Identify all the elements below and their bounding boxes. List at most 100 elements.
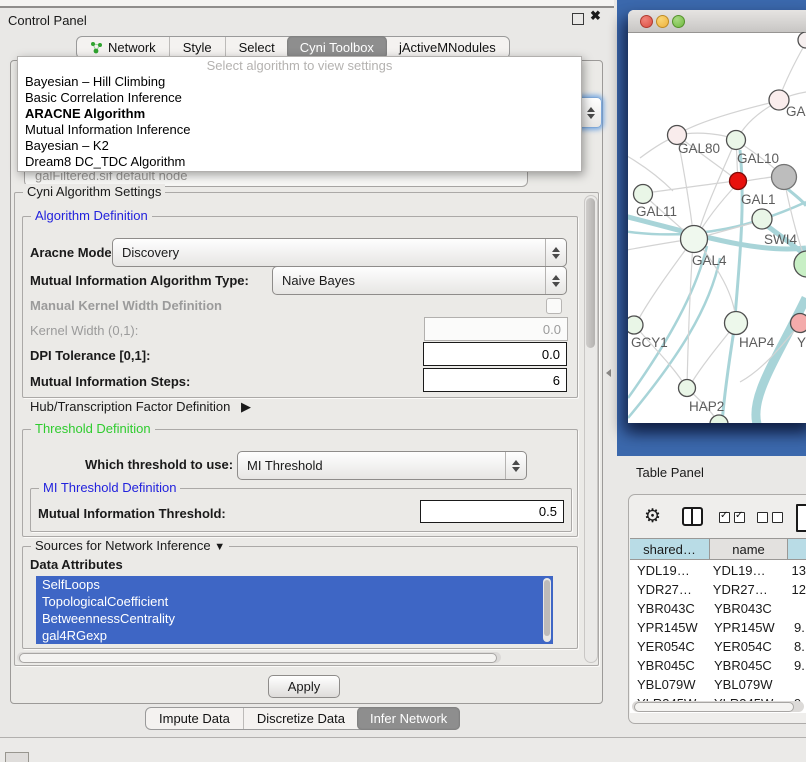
dpi-tolerance-field[interactable] (423, 342, 567, 366)
table-row[interactable]: YBR045CYBR045C9. (630, 656, 806, 675)
network-view[interactable]: GALGAL80GAL10GAL1GAL11GAL4SWI4GCY1HAP4YH… (628, 32, 806, 423)
tab-discretize-data[interactable]: Discretize Data (243, 708, 358, 729)
export-file-icon[interactable] (796, 504, 806, 532)
mi-algorithm-type-combo[interactable]: Naive Bayes (272, 266, 567, 295)
stepper-icon (545, 239, 566, 266)
table-row[interactable]: YBR043CYBR043C (630, 599, 806, 618)
mi-threshold-field[interactable] (420, 500, 564, 523)
network-node-gal10[interactable] (727, 131, 746, 150)
node-label: HAP2 (689, 399, 724, 414)
network-edge[interactable] (628, 150, 673, 191)
network-node-gcy1[interactable] (628, 316, 643, 334)
table-hscrollbar[interactable] (632, 701, 804, 712)
table-row[interactable]: YDL19…YDL19…13 (630, 561, 806, 580)
combo-value: Naive Bayes (273, 273, 545, 288)
tab-select[interactable]: Select (225, 37, 288, 58)
kernel-width-field[interactable] (424, 317, 568, 341)
table-row[interactable]: YER054CYER054C8. (630, 637, 806, 656)
settings-scrollbar[interactable] (584, 195, 598, 663)
mi-algorithm-type-label: Mutual Information Algorithm Type: (30, 273, 249, 288)
column-header[interactable]: A (788, 538, 806, 560)
which-threshold-combo[interactable]: MI Threshold (237, 451, 527, 480)
network-node-y[interactable] (791, 314, 806, 333)
table-cell: YER054C (630, 637, 710, 656)
tab-style[interactable]: Style (169, 37, 225, 58)
data-attribute-item[interactable]: TopologicalCoefficient (36, 593, 553, 610)
tab-impute-data[interactable]: Impute Data (146, 708, 243, 729)
network-node[interactable] (772, 165, 797, 190)
minimize-traffic-light[interactable] (656, 15, 669, 28)
network-edge[interactable] (780, 46, 804, 96)
network-node-hap2[interactable] (679, 380, 696, 397)
network-node-gal1[interactable] (730, 173, 747, 190)
app-root: Control Panel ✖ NetworkStyleSelectCyni T… (0, 0, 806, 762)
group-title: Sources for Network Inference ▼ (31, 538, 229, 553)
aracne-mode-combo[interactable]: Discovery (112, 238, 567, 267)
data-attribute-item[interactable]: SelfLoops (36, 576, 553, 593)
column-header[interactable]: shared… (630, 538, 710, 560)
scrollbar-thumb[interactable] (634, 702, 794, 712)
network-edge[interactable] (645, 181, 736, 193)
node-label: Y (797, 335, 806, 350)
hide-columns-icon[interactable] (757, 512, 783, 523)
expand-right-icon: ▶ (241, 399, 251, 414)
apply-button[interactable]: Apply (268, 675, 340, 698)
scrollbar-thumb[interactable] (544, 580, 550, 636)
network-node[interactable] (710, 415, 728, 423)
column-header[interactable]: name (710, 538, 788, 560)
collapse-down-icon[interactable]: ▼ (214, 541, 225, 553)
table-rows: YDL19…YDL19…13YDR27…YDR27…12YBR043CYBR04… (630, 561, 806, 703)
node-label: SWI4 (764, 232, 797, 247)
maximize-traffic-light[interactable] (672, 15, 685, 28)
network-node-swi4[interactable] (752, 209, 772, 229)
tab-jactivemnodules[interactable]: jActiveMNodules (386, 37, 509, 58)
tab-label: Select (239, 40, 275, 55)
network-window-titlebar[interactable] (628, 10, 806, 33)
tab-infer-network[interactable]: Infer Network (357, 707, 460, 730)
network-node-gal4[interactable] (681, 226, 708, 253)
tab-network[interactable]: Network (77, 37, 169, 58)
algorithm-option[interactable]: Bayesian – K2 (18, 138, 581, 154)
float-window-icon[interactable] (572, 13, 584, 25)
network-node[interactable] (798, 32, 806, 48)
table-row[interactable]: YBL079WYBL079W (630, 675, 806, 694)
data-attributes-list[interactable]: SelfLoopsTopologicalCoefficientBetweenne… (36, 576, 553, 644)
data-attribute-item[interactable]: BetweennessCentrality (36, 610, 553, 627)
table-cell: YBR045C (710, 656, 788, 675)
manual-kernel-checkbox[interactable] (546, 298, 562, 314)
algorithm-option[interactable]: Mutual Information Inference (18, 122, 581, 138)
network-node[interactable] (794, 251, 806, 277)
table-cell: 9. (788, 618, 805, 637)
scrollbar-thumb[interactable] (19, 653, 497, 663)
top-separator (0, 6, 614, 8)
algorithm-option[interactable]: Dream8 DC_TDC Algorithm (18, 154, 581, 170)
table-cell: YDL19… (709, 561, 786, 580)
network-edge[interactable] (678, 101, 778, 134)
node-label: GAL4 (692, 253, 727, 268)
scrollbar-thumb[interactable] (586, 198, 595, 348)
list-scrollbar[interactable] (543, 578, 551, 642)
gear-icon[interactable]: ⚙ (644, 505, 661, 528)
table-cell: YPR145W (630, 618, 710, 637)
algorithm-option[interactable]: Basic Correlation Inference (18, 90, 581, 106)
show-checked-columns-icon[interactable]: ✓✓ (719, 512, 745, 523)
network-edge[interactable] (697, 142, 735, 237)
algorithm-option[interactable]: Bayesian – Hill Climbing (18, 74, 581, 90)
network-node-hap4[interactable] (725, 312, 748, 335)
splitter-collapse-icon[interactable] (606, 369, 611, 377)
table-row[interactable]: YDR27…YDR27…12 (630, 580, 806, 599)
tab-label: Infer Network (370, 711, 447, 726)
data-attribute-item[interactable]: gal4RGexp (36, 627, 553, 644)
table-row[interactable]: YPR145WYPR145W9. (630, 618, 806, 637)
network-node-gal11[interactable] (634, 185, 653, 204)
settings-hscrollbar[interactable] (17, 652, 501, 663)
columns-icon[interactable] (682, 507, 703, 526)
collapsed-panel-button[interactable] (5, 752, 29, 762)
mi-steps-field[interactable] (423, 368, 567, 392)
close-traffic-light[interactable] (640, 15, 653, 28)
algorithm-option[interactable]: ARACNE Algorithm (18, 106, 581, 122)
close-icon[interactable]: ✖ (590, 8, 601, 24)
hub-definition-toggle[interactable]: Hub/Transcription Factor Definition ▶ (30, 399, 251, 415)
table-panel-title: Table Panel (636, 465, 704, 480)
stepper-icon (505, 452, 526, 479)
